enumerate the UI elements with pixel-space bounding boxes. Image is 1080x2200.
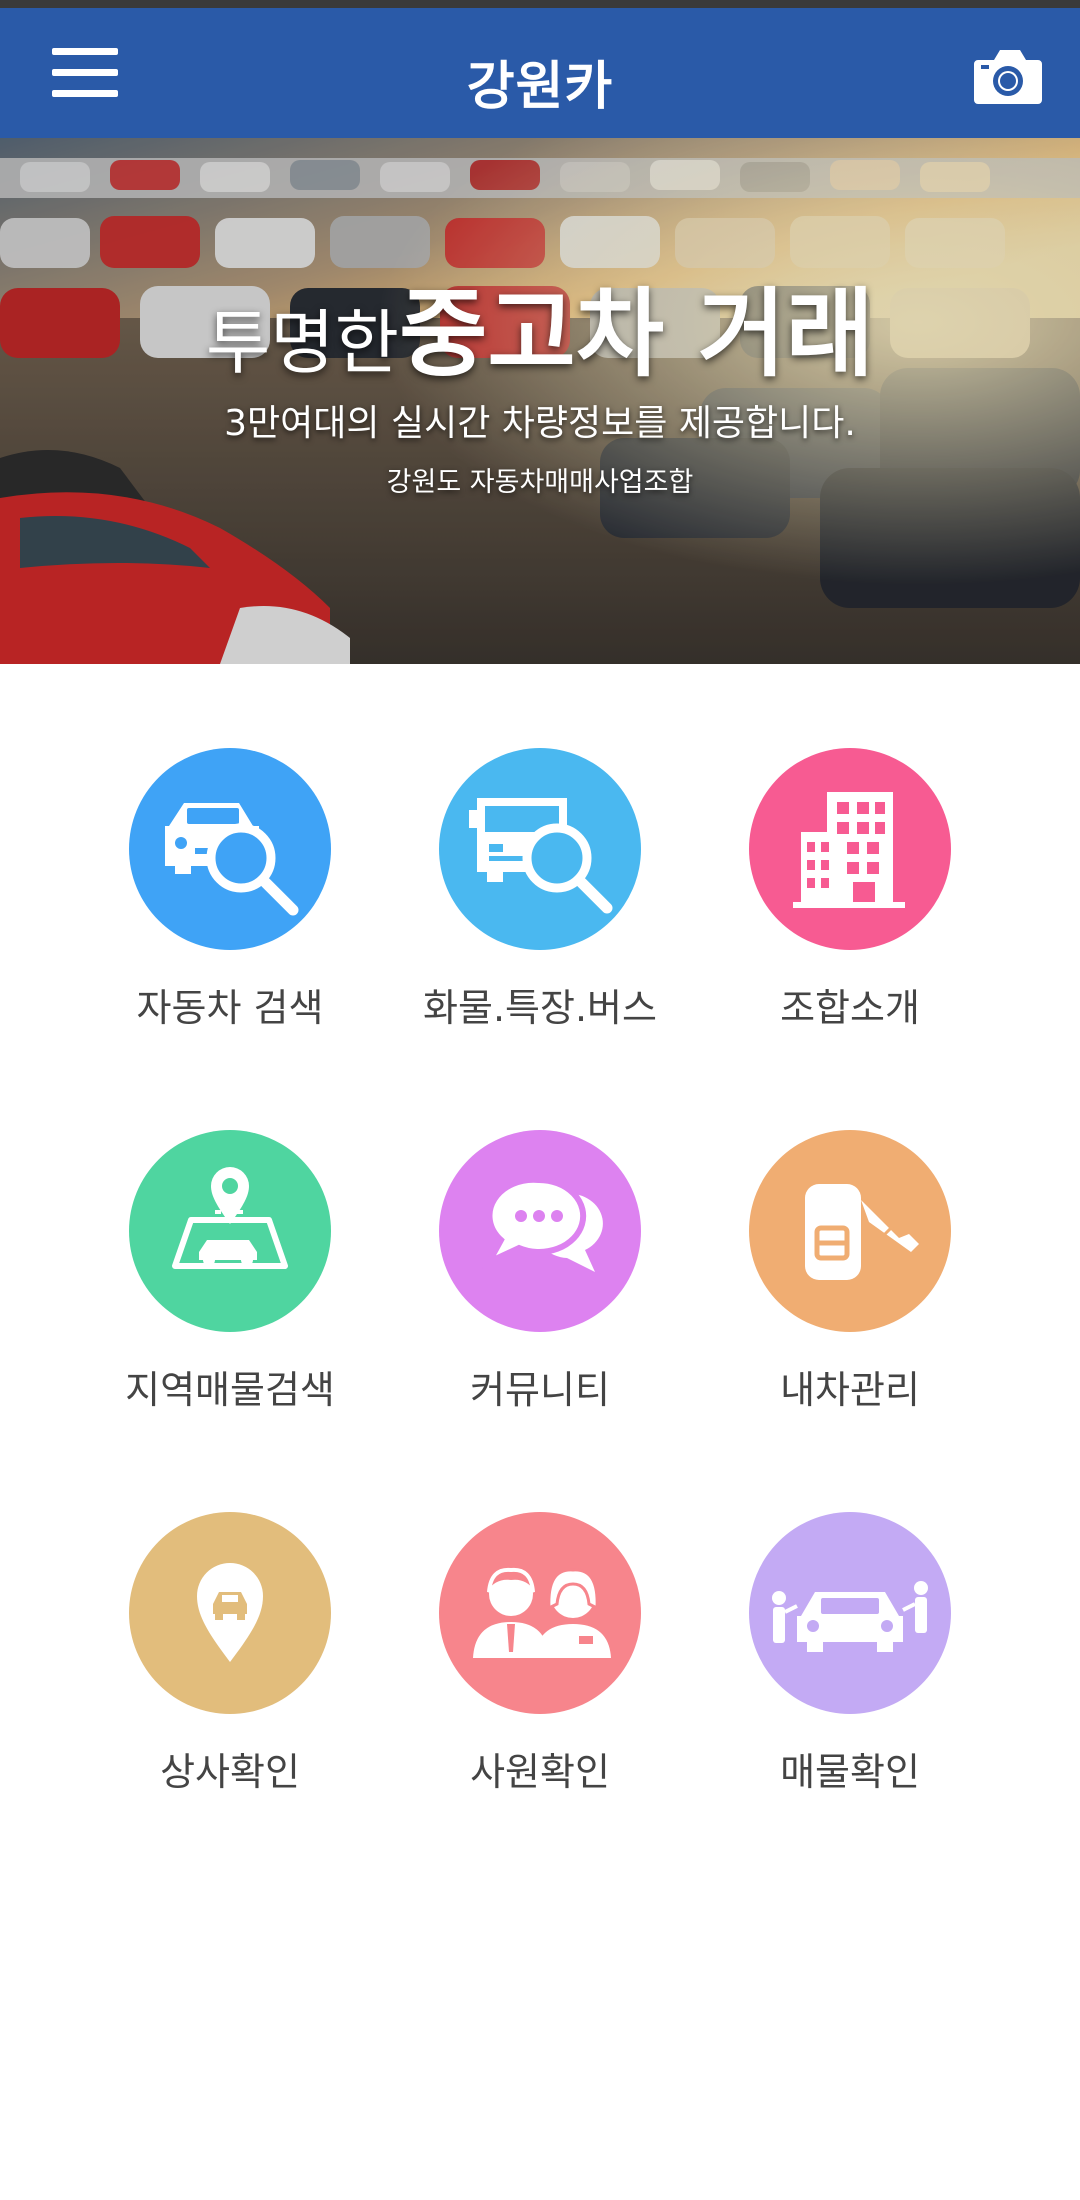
menu-label: 사원확인 bbox=[470, 1750, 610, 1794]
menu-union-intro[interactable]: 조합소개 bbox=[700, 664, 1000, 1030]
menu-my-car[interactable]: 내차관리 bbox=[700, 1046, 1000, 1412]
camera-icon[interactable] bbox=[972, 42, 1044, 110]
car-dealers-icon bbox=[749, 1512, 951, 1714]
menu-community[interactable]: 커뮤니티 bbox=[390, 1046, 690, 1412]
map-pin-icon bbox=[129, 1130, 331, 1332]
banner-headline-light: 투명한 bbox=[205, 302, 400, 384]
chat-bubbles-icon bbox=[439, 1130, 641, 1332]
menu-dealer-check[interactable]: 상사확인 bbox=[80, 1428, 380, 1794]
menu-regional-search[interactable]: 지역매물검색 bbox=[80, 1046, 380, 1412]
menu-label: 매물확인 bbox=[780, 1750, 920, 1794]
menu-label: 화물.특장.버스 bbox=[423, 986, 657, 1030]
location-car-icon bbox=[129, 1512, 331, 1714]
car-search-icon bbox=[129, 748, 331, 950]
app-bar: 강원카 bbox=[0, 8, 1080, 138]
building-icon bbox=[749, 748, 951, 950]
banner-headline-bold: 중고차 거래 bbox=[399, 278, 875, 390]
staff-icon bbox=[439, 1512, 641, 1714]
menu-truck-bus-search[interactable]: 화물.특장.버스 bbox=[390, 664, 690, 1030]
menu-staff-check[interactable]: 사원확인 bbox=[390, 1428, 690, 1794]
menu-label: 커뮤니티 bbox=[470, 1368, 610, 1412]
banner-headline: 투명한중고차 거래 bbox=[0, 256, 1080, 395]
car-key-icon bbox=[749, 1130, 951, 1332]
hero-banner: 투명한중고차 거래 3만여대의 실시간 차량정보를 제공합니다. 강원도 자동차… bbox=[0, 138, 1080, 664]
menu-car-search[interactable]: 자동차 검색 bbox=[80, 664, 380, 1030]
banner-subtitle: 3만여대의 실시간 차량정보를 제공합니다. bbox=[224, 403, 856, 444]
menu-grid: 자동차 검색 화물.특장.버스 조합소개 지역매물검색 커뮤니티 내차관리 상사… bbox=[0, 664, 1080, 1864]
menu-label: 조합소개 bbox=[780, 986, 920, 1030]
menu-label: 내차관리 bbox=[780, 1368, 920, 1412]
menu-listing-check[interactable]: 매물확인 bbox=[700, 1428, 1000, 1794]
menu-label: 자동차 검색 bbox=[136, 986, 324, 1030]
status-strip bbox=[0, 0, 1080, 8]
menu-label: 지역매물검색 bbox=[125, 1368, 335, 1412]
banner-organization: 강원도 자동차매매사업조합 bbox=[386, 467, 694, 498]
truck-search-icon bbox=[439, 748, 641, 950]
app-title: 강원카 bbox=[466, 57, 614, 117]
menu-label: 상사확인 bbox=[160, 1750, 300, 1794]
